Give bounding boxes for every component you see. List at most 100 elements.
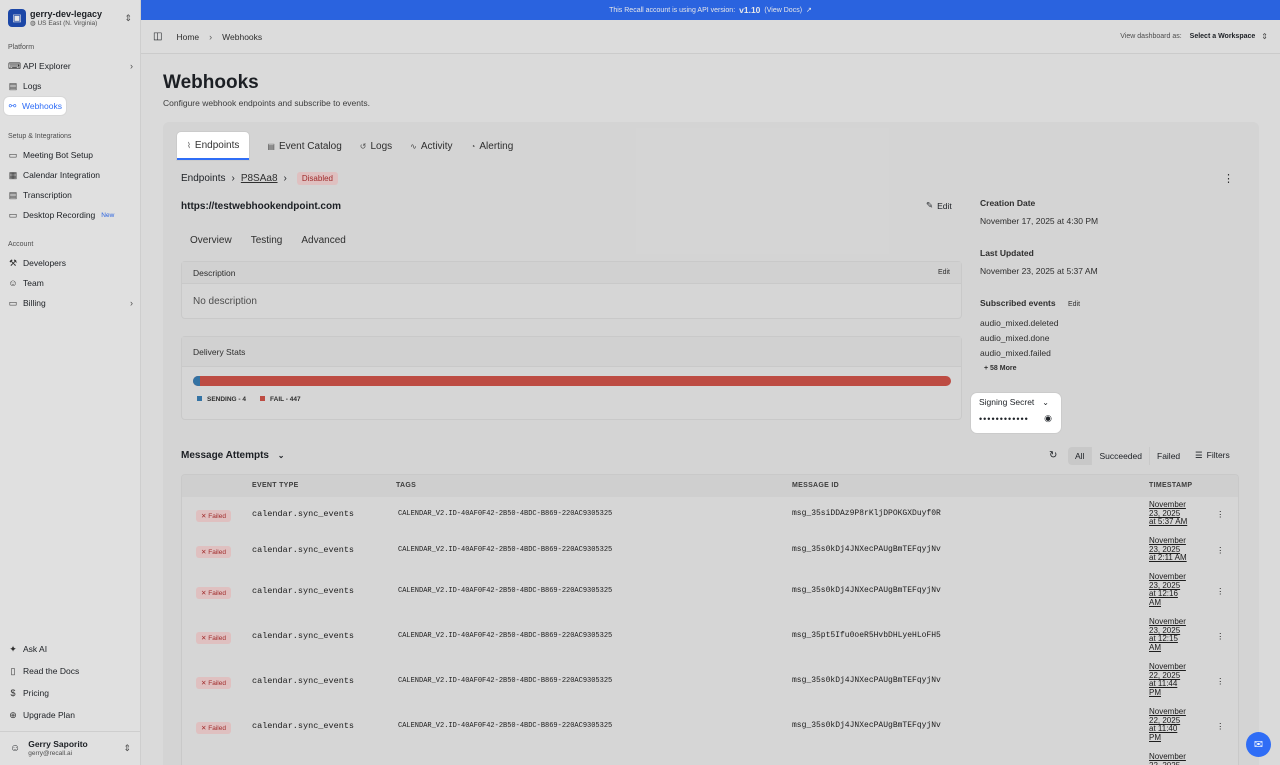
table-row[interactable]: ✕ Failed calendar.sync_events CALENDAR_V2.… — [182, 659, 1238, 704]
sidebar-item-desktop-recording[interactable]: ▭ Desktop Recording New — [4, 206, 137, 224]
sidebar-item-calendar-integration[interactable]: ▦ Calendar Integration — [4, 166, 137, 184]
chevron-down-icon[interactable]: ⌄ — [1042, 398, 1049, 407]
tab-activity[interactable]: ∿ Activity — [410, 141, 452, 152]
sidebar-item-team[interactable]: ☺ Team — [4, 274, 137, 292]
delivery-stats-panel: Delivery Stats SENDING - 4 FAIL - 447 — [181, 336, 962, 420]
catalog-icon: ▤ — [267, 141, 275, 151]
creation-date-label: Creation Date — [980, 198, 1036, 208]
table-row[interactable]: ✕ Failed calendar.sync_events CALENDAR_V2.… — [182, 533, 1238, 569]
chevron-right-icon: › — [209, 31, 213, 42]
more-events-button[interactable]: + 58 More — [984, 365, 1017, 372]
sidebar: ▣ gerry-dev-legacy ◍ US East (N. Virgini… — [0, 0, 141, 765]
sidebar-item-logs[interactable]: ▤ Logs — [4, 77, 137, 95]
table-row[interactable]: ✕ Failed calendar.sync_events CALENDAR_V2.… — [182, 614, 1238, 659]
endpoint-crumb-root[interactable]: Endpoints — [181, 173, 225, 184]
tab-event-catalog[interactable]: ▤ Event Catalog — [267, 141, 341, 152]
page-title: Webhooks — [163, 72, 259, 93]
tab-alerting[interactable]: ◔ Alerting — [471, 141, 514, 152]
wrench-icon: ⚒ — [8, 258, 18, 268]
more-options-icon[interactable]: ⋮ — [1216, 545, 1225, 556]
sidebar-item-read-docs[interactable]: ▯ Read the Docs — [4, 662, 137, 680]
eye-icon[interactable]: ◉ — [1044, 413, 1053, 424]
workspace-name: gerry-dev-legacy — [30, 8, 103, 19]
more-options-icon[interactable]: ⋮ — [1216, 631, 1225, 642]
sidebar-toggle-icon[interactable]: ◫ — [153, 31, 162, 42]
description-title: Description — [193, 267, 236, 278]
breadcrumb-home[interactable]: Home — [176, 32, 199, 42]
view-docs-link[interactable]: (View Docs) — [764, 7, 802, 14]
sidebar-item-transcription[interactable]: ▤ Transcription — [4, 186, 137, 204]
stats-legend: SENDING - 4 FAIL - 447 — [197, 396, 301, 403]
delivery-stats-title: Delivery Stats — [182, 337, 961, 367]
edit-description-button[interactable]: Edit — [938, 269, 950, 276]
more-options-icon[interactable]: ⋮ — [1216, 586, 1225, 597]
event-type: calendar.sync_events — [252, 631, 355, 641]
sidebar-item-ask-ai[interactable]: ✦ Ask AI — [4, 640, 137, 658]
endpoint-id[interactable]: P8SAa8 — [241, 173, 278, 184]
failed-badge: ✕ Failed — [196, 677, 231, 689]
subtab-testing[interactable]: Testing — [251, 235, 283, 246]
timestamp[interactable]: November 22, 2025 at 11:40 PM — [1149, 707, 1199, 743]
sidebar-item-api-explorer[interactable]: ⌨ API Explorer › — [4, 57, 137, 75]
filters-button[interactable]: ☰ Filters — [1195, 450, 1230, 461]
subtab-overview[interactable]: Overview — [190, 235, 232, 246]
timestamp[interactable]: November22, 2025 — [1149, 752, 1199, 765]
tab-endpoints[interactable]: ⌇ Endpoints — [177, 132, 250, 160]
more-options-icon[interactable]: ⋮ — [1216, 721, 1225, 732]
message-id: msg_35s0kDj4JNXecPAUgBmTEFqyjNv — [792, 721, 941, 730]
more-options-icon[interactable]: ⋮ — [1216, 676, 1225, 687]
filter-icon: ☰ — [1195, 450, 1203, 460]
edit-endpoint-button[interactable]: ✎ Edit — [926, 200, 952, 211]
user-menu[interactable]: ☺ Gerry Saporito gerry@recall.ai ⇕ — [0, 731, 141, 765]
section-label-setup: Setup & Integrations — [8, 133, 72, 140]
message-attempts-title[interactable]: Message Attempts ⌄ — [181, 450, 284, 461]
col-timestamp: TIMESTAMP — [1149, 482, 1193, 489]
new-badge: New — [101, 211, 115, 219]
sidebar-item-meeting-bot-setup[interactable]: ▭ Meeting Bot Setup — [4, 146, 137, 164]
tag: CALENDAR_V2.ID-40AF0F42-2B50-4BDC-B869-2… — [398, 632, 613, 640]
timestamp[interactable]: November 23, 2025 at 5:37 AM — [1149, 500, 1199, 527]
sidebar-item-upgrade-plan[interactable]: ⊕ Upgrade Plan — [4, 706, 137, 724]
credit-card-icon: ▭ — [8, 298, 18, 308]
api-version-banner: This Recall account is using API version… — [141, 0, 1280, 20]
workspace-select[interactable]: Select a Workspace — [1190, 33, 1256, 40]
event-type: calendar.sync_events — [252, 509, 355, 519]
signing-secret-value: •••••••••••• — [979, 413, 1029, 424]
chevron-updown-icon: ⇕ — [124, 12, 132, 23]
description-body: No description — [193, 296, 257, 307]
timestamp[interactable]: November 22, 2025 at 11:44 PM — [1149, 662, 1199, 698]
chevron-right-icon: › — [283, 173, 287, 184]
refresh-icon[interactable]: ↻ — [1049, 450, 1057, 461]
user-icon: ☺ — [10, 743, 21, 754]
more-options-icon[interactable]: ⋮ — [1223, 172, 1234, 185]
filter-all[interactable]: All — [1068, 447, 1092, 465]
col-tags: TAGS — [396, 482, 417, 489]
subtab-advanced[interactable]: Advanced — [301, 235, 345, 246]
sidebar-item-developers[interactable]: ⚒ Developers — [4, 254, 137, 272]
timestamp[interactable]: November 23, 2025 at 12:15 AM — [1149, 617, 1199, 653]
sidebar-item-billing[interactable]: ▭ Billing › — [4, 294, 137, 312]
book-icon: ▯ — [10, 666, 16, 676]
tab-logs[interactable]: ↺ Logs — [360, 141, 392, 152]
filter-failed[interactable]: Failed — [1149, 447, 1187, 465]
chat-support-icon[interactable]: ✉ — [1246, 732, 1271, 757]
chevron-right-icon: › — [130, 61, 133, 71]
workspace-switcher[interactable]: ▣ gerry-dev-legacy ◍ US East (N. Virgini… — [0, 0, 140, 36]
more-options-icon[interactable]: ⋮ — [1216, 509, 1225, 520]
table-row[interactable]: ✕ Failed calendar.sync_events CALENDAR_V2.… — [182, 497, 1238, 533]
table-row[interactable]: ✕ Failed calendar.sync_events CALENDAR_V2.… — [182, 569, 1238, 614]
sidebar-item-webhooks[interactable]: ⚯ Webhooks — [4, 97, 66, 115]
breadcrumb-current: Webhooks — [222, 31, 263, 42]
calendar-icon: ▦ — [8, 170, 18, 180]
edit-events-button[interactable]: Edit — [1068, 301, 1080, 308]
timestamp[interactable]: November 23, 2025 at 12:16 AM — [1149, 572, 1199, 608]
table-row[interactable]: ✕ Failed calendar.sync_events CALENDAR_V2.… — [182, 704, 1238, 749]
message-id: msg_35s0kDj4JNXecPAUgBmTEFqyjNv — [792, 676, 941, 685]
table-row[interactable]: November22, 2025 — [182, 749, 1238, 765]
filter-succeeded[interactable]: Succeeded — [1091, 447, 1149, 465]
sidebar-item-pricing[interactable]: $ Pricing — [4, 684, 137, 702]
last-updated-label: Last Updated — [980, 248, 1034, 258]
tag: CALENDAR_V2.ID-40AF0F42-2B50-4BDC-B869-2… — [398, 677, 613, 685]
timestamp[interactable]: November 23, 2025 at 2:11 AM — [1149, 536, 1199, 563]
description-panel: Description Edit No description — [181, 261, 962, 319]
